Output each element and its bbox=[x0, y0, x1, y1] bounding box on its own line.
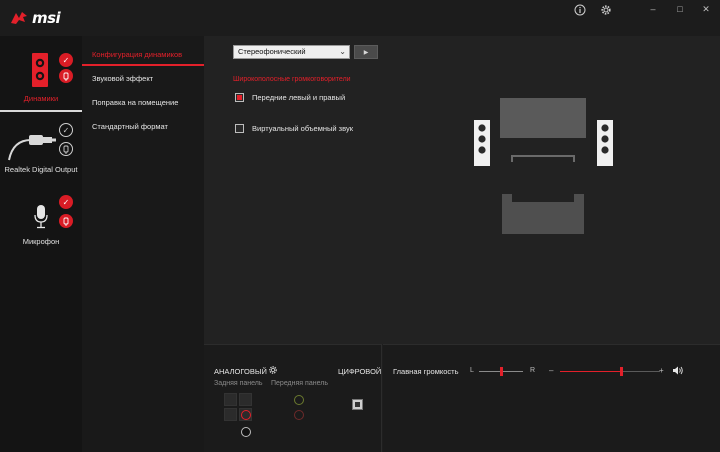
menu-active-indicator bbox=[82, 64, 204, 66]
device-label: Динамики bbox=[23, 94, 59, 103]
menu-item-default-format[interactable]: Стандартный формат bbox=[92, 122, 168, 131]
optical-cable-icon bbox=[8, 135, 56, 161]
rear-panel-label: Задняя панель bbox=[214, 380, 263, 387]
status-plug-icon bbox=[59, 69, 73, 83]
front-lr-checkbox[interactable] bbox=[235, 93, 244, 102]
title-bar: msi – □ ✕ bbox=[0, 0, 720, 36]
checkbox-label: Передние левый и правый bbox=[252, 93, 346, 102]
status-check-icon: ✓ bbox=[59, 53, 73, 67]
status-check-icon: ✓ bbox=[59, 123, 73, 137]
analog-label: АНАЛОГОВЫЙ bbox=[214, 367, 267, 376]
settings-menu: Конфигурация динамиков Звуковой эффект П… bbox=[82, 36, 204, 452]
volume-slider-thumb[interactable] bbox=[619, 367, 623, 376]
chair-shape bbox=[502, 194, 584, 234]
dragon-logo-icon bbox=[11, 12, 27, 24]
chevron-down-icon: ⌄ bbox=[339, 47, 346, 56]
speaker-volume-icon[interactable] bbox=[673, 366, 684, 377]
master-volume-label: Главная громкость bbox=[393, 367, 459, 376]
virtual-surround-checkbox-row[interactable]: Виртуальный объемный звук bbox=[235, 124, 353, 133]
checkbox-label: Виртуальный объемный звук bbox=[252, 124, 353, 133]
menu-item-room-correction[interactable]: Поправка на помещение bbox=[92, 98, 178, 107]
play-icon: ▶ bbox=[363, 49, 369, 56]
digital-label: ЦИФРОВОЙ bbox=[338, 367, 382, 376]
volume-fill bbox=[560, 371, 621, 372]
connector-panel: АНАЛОГОВЫЙ ЦИФРОВОЙ Задняя панель Передн… bbox=[204, 344, 382, 452]
maximize-button[interactable]: □ bbox=[670, 2, 690, 16]
balance-slider-thumb[interactable] bbox=[499, 367, 503, 376]
section-title: Широкополосные громкоговорители bbox=[233, 76, 351, 83]
rear-jack[interactable] bbox=[224, 393, 237, 406]
front-panel-label: Передняя панель bbox=[271, 380, 328, 387]
msi-logo: msi bbox=[10, 7, 62, 29]
rear-jack[interactable] bbox=[224, 408, 237, 421]
balance-left-label: L bbox=[470, 367, 474, 374]
status-plug-icon bbox=[59, 214, 73, 228]
volume-plus-icon[interactable]: + bbox=[659, 366, 664, 375]
active-device-indicator bbox=[0, 110, 82, 112]
speaker-icon bbox=[32, 53, 48, 87]
device-speakers[interactable]: ✓ Динамики bbox=[0, 36, 82, 114]
front-lr-checkbox-row[interactable]: Передние левый и правый bbox=[235, 93, 345, 102]
gear-icon[interactable] bbox=[599, 3, 613, 17]
balance-right-label: R bbox=[530, 367, 536, 374]
volume-minus-icon[interactable]: – bbox=[549, 366, 553, 375]
main-panel: Стереофонический ⌄ ▶ Широкополосные гром… bbox=[204, 36, 720, 344]
close-button[interactable]: ✕ bbox=[696, 2, 716, 16]
front-mic-jack-icon[interactable] bbox=[294, 410, 304, 420]
volume-panel: Главная громкость L R – + bbox=[383, 344, 720, 452]
rear-output-jack-icon bbox=[241, 410, 251, 420]
microphone-icon bbox=[34, 205, 48, 229]
room-illustration bbox=[474, 98, 613, 234]
menu-item-speaker-config[interactable]: Конфигурация динамиков bbox=[92, 50, 182, 59]
brand-name: msi bbox=[32, 9, 61, 27]
device-rail: ✓ Динамики ✓ Realtek Digital Output ✓ Ми… bbox=[0, 36, 82, 452]
device-microphone[interactable]: ✓ Микрофон bbox=[0, 190, 82, 250]
device-digital-output[interactable]: ✓ Realtek Digital Output bbox=[0, 120, 82, 178]
rear-jack-black-icon[interactable] bbox=[241, 427, 251, 437]
status-check-icon: ✓ bbox=[59, 195, 73, 209]
left-speaker-shape bbox=[474, 120, 490, 166]
device-label: Микрофон bbox=[22, 237, 60, 246]
speaker-config-value: Стереофонический bbox=[238, 47, 306, 56]
status-plug-icon bbox=[59, 142, 73, 156]
speaker-config-select[interactable]: Стереофонический ⌄ bbox=[233, 45, 350, 59]
connector-settings-icon[interactable] bbox=[268, 365, 278, 377]
virtual-surround-checkbox[interactable] bbox=[235, 124, 244, 133]
desk-shape bbox=[511, 155, 575, 162]
monitor-shape bbox=[500, 98, 586, 138]
menu-item-sound-effect[interactable]: Звуковой эффект bbox=[92, 74, 153, 83]
device-label: Realtek Digital Output bbox=[4, 165, 78, 174]
minimize-button[interactable]: – bbox=[643, 2, 663, 16]
play-test-button[interactable]: ▶ bbox=[354, 45, 378, 59]
rear-jack[interactable] bbox=[239, 393, 252, 406]
front-headphone-jack-icon[interactable] bbox=[294, 395, 304, 405]
optical-port-icon[interactable] bbox=[352, 399, 363, 410]
right-speaker-shape bbox=[597, 120, 613, 166]
info-icon[interactable] bbox=[573, 3, 587, 17]
